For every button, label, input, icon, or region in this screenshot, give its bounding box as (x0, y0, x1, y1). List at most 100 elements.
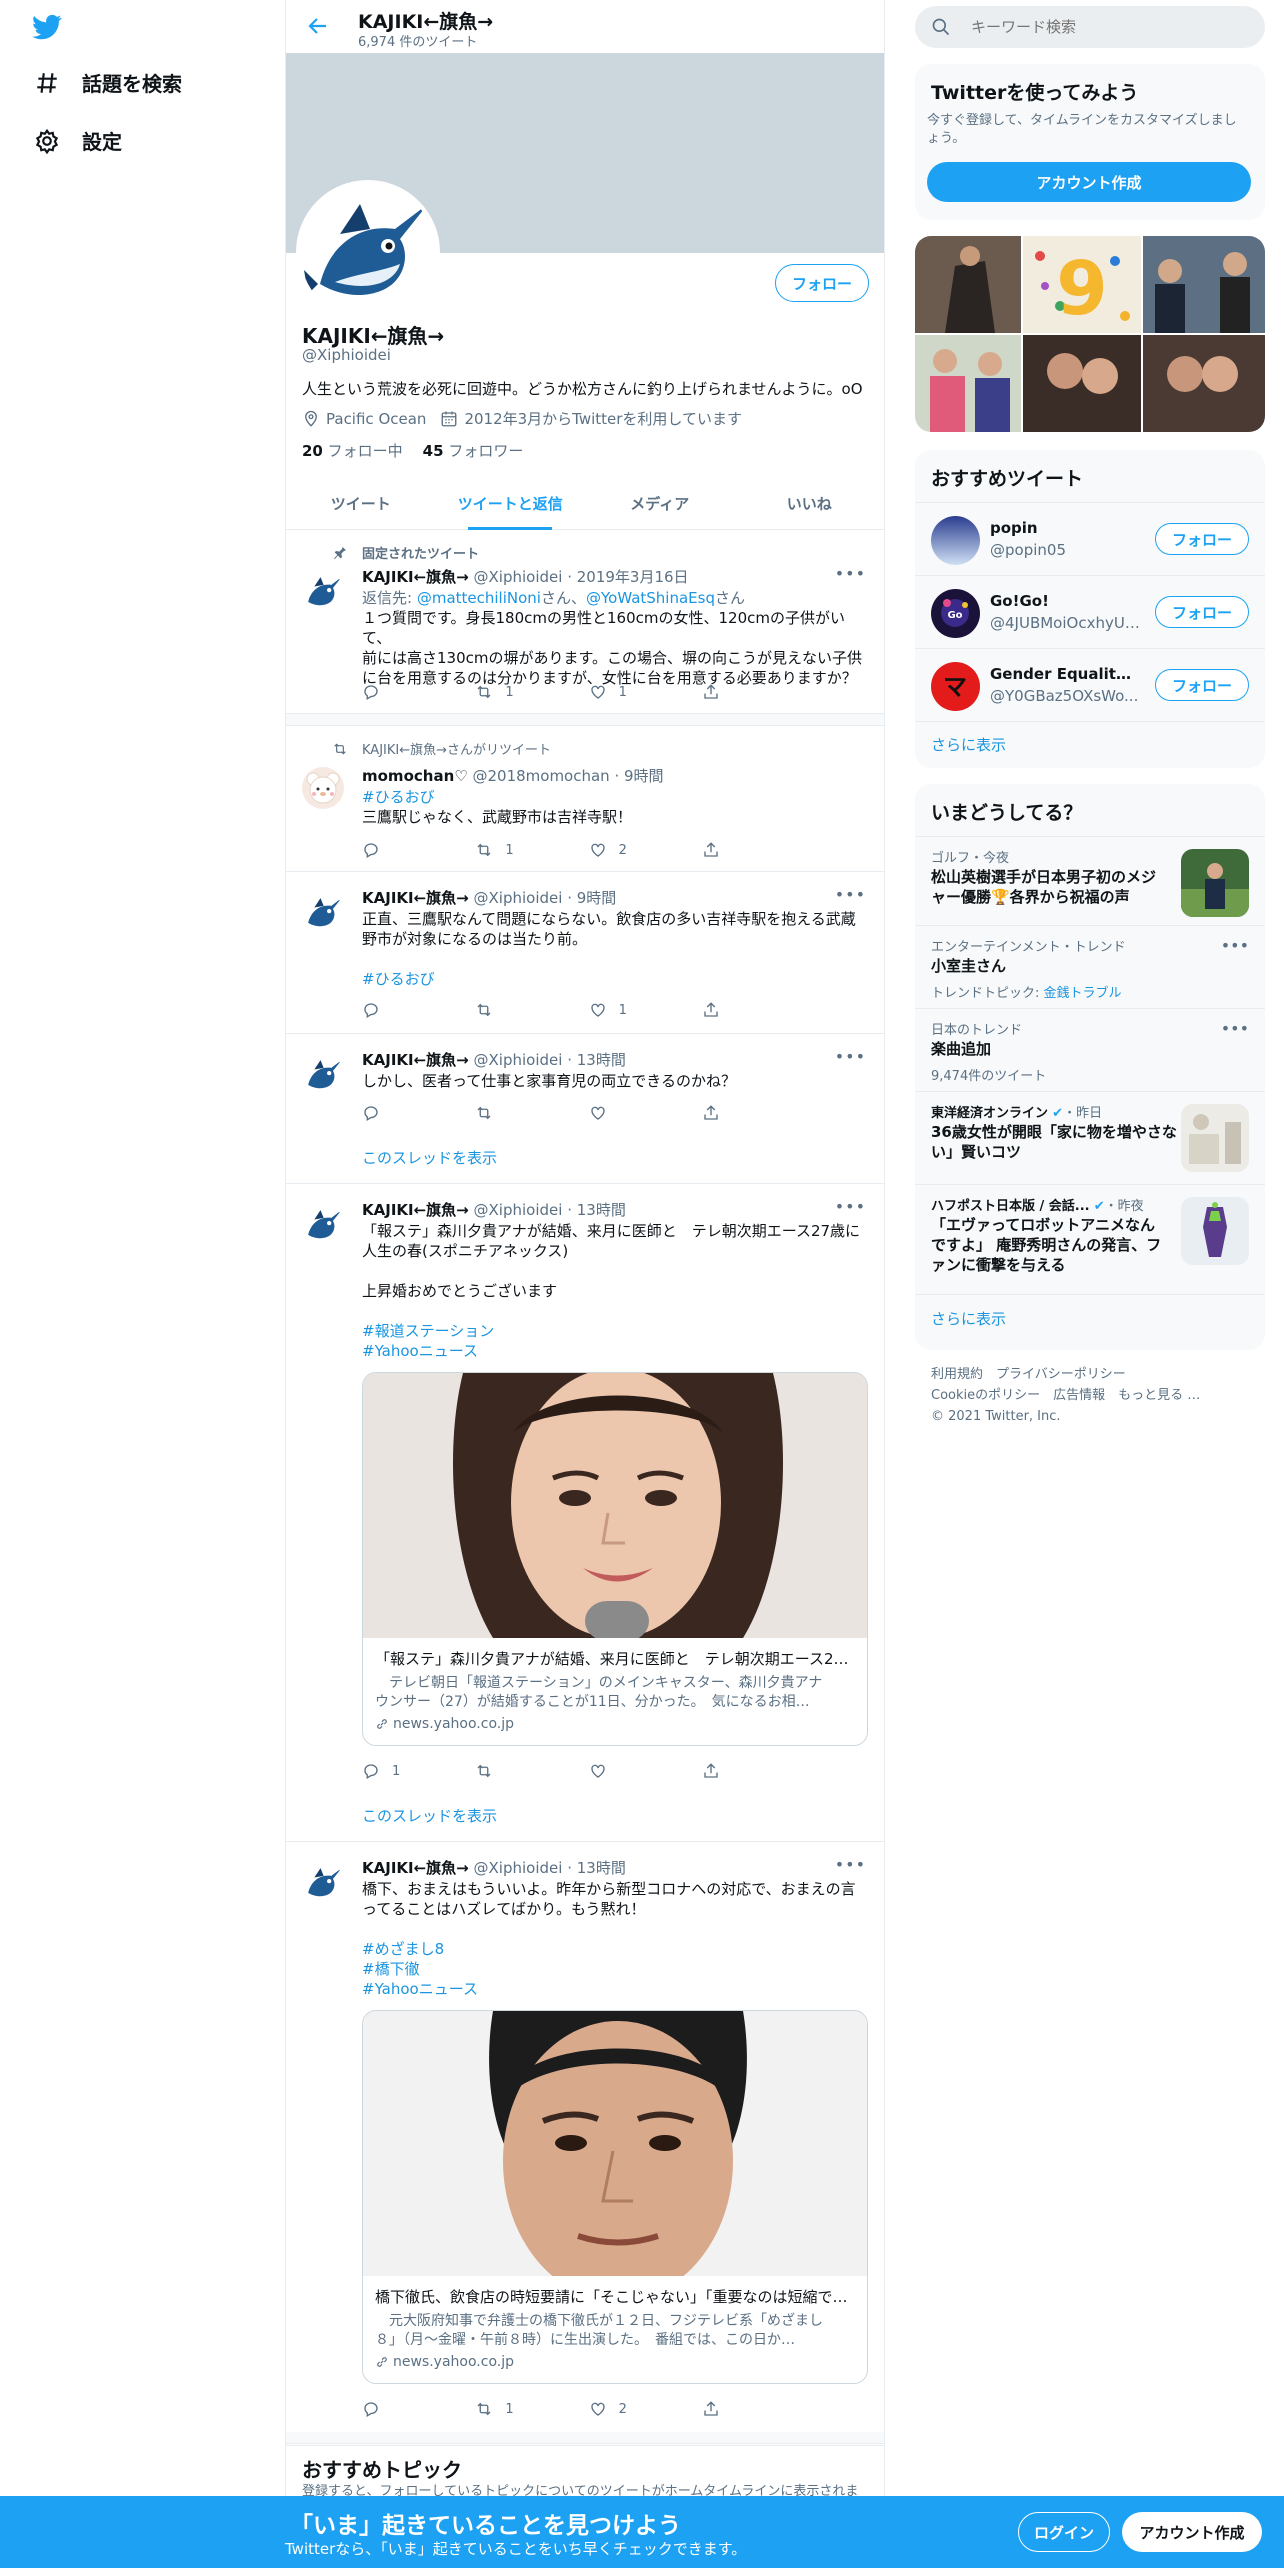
account-avatar[interactable]: マ (931, 662, 980, 711)
profile-avatar[interactable] (296, 180, 440, 324)
account-avatar[interactable] (931, 516, 980, 565)
tweet[interactable]: KAJIKI←旗魚→ @Xiphioidei · 13時間 ••• しかし、医者… (286, 1034, 884, 1184)
reply-button[interactable] (362, 1104, 452, 1122)
like-button[interactable] (589, 1104, 679, 1122)
recommended-account[interactable]: マ Gender Equality!!! @Y0GBaz5OXsWo... フォ… (915, 648, 1265, 721)
like-button[interactable]: 2 (589, 841, 679, 859)
tweet-author[interactable]: KAJIKI←旗魚→ (362, 1201, 469, 1219)
retweet-button[interactable] (475, 1762, 565, 1780)
hashtag-link[interactable]: #めざまし8 (362, 1939, 867, 1959)
tab-tweets[interactable]: ツイート (286, 478, 436, 529)
show-thread-link[interactable]: このスレッドを表示 (362, 1805, 497, 1826)
retweet-button[interactable]: 1 (475, 841, 565, 859)
more-options-icon[interactable]: ••• (835, 564, 866, 583)
share-button[interactable] (702, 1104, 792, 1122)
tweet-avatar[interactable] (302, 1204, 344, 1246)
retweet-button[interactable] (475, 1001, 565, 1019)
twitter-logo-icon[interactable] (30, 12, 64, 42)
search-box[interactable] (915, 6, 1265, 48)
hashtag-link[interactable]: #橋下徹 (362, 1959, 867, 1979)
show-thread-link[interactable]: このスレッドを表示 (362, 1147, 497, 1168)
like-button[interactable]: 1 (589, 683, 679, 701)
reply-mention-2[interactable]: @YoWatShinaEsq (586, 589, 715, 607)
follow-button[interactable]: フォロー (1155, 523, 1249, 555)
tweet[interactable]: KAJIKI←旗魚→ @Xiphioidei · 9時間 ••• 正直、三鷹駅な… (286, 872, 884, 1034)
hashtag-link[interactable]: #ひるおび (362, 787, 867, 807)
retweet-button[interactable] (475, 1104, 565, 1122)
link-card[interactable]: 「報ステ」森川夕貴アナが結婚、来月に医師と テレ朝次期エース27歳に人生の春(ス… (362, 1372, 868, 1746)
trend-more-icon[interactable]: ••• (1221, 936, 1249, 955)
following-link[interactable]: 20 フォロー中 (302, 440, 403, 461)
link-card[interactable]: 橋下徹氏、飲食店の時短要請に「そこじゃない」「重要なのは短縮ではなく…」 元大阪… (362, 2010, 868, 2384)
share-button[interactable] (702, 683, 792, 701)
show-more-trends-link[interactable]: さらに表示 (931, 1308, 1006, 1329)
recommended-account[interactable]: Go Go!Go! @4JUBMoiOcxhyUaw フォロー (915, 575, 1265, 648)
tweet-avatar[interactable] (302, 571, 344, 613)
tweet-author[interactable]: KAJIKI←旗魚→ (362, 1051, 469, 1069)
reply-button[interactable]: 1 (362, 1762, 452, 1780)
tweet-with-link-card[interactable]: KAJIKI←旗魚→ @Xiphioidei · 13時間 ••• 「報ステ」森… (286, 1184, 884, 1842)
trend-topic-link[interactable]: 金銭トラブル (1044, 986, 1122, 1001)
share-button[interactable] (702, 1001, 792, 1019)
hashtag-link[interactable]: #Yahooニュース (362, 1341, 867, 1361)
tweet-author[interactable]: KAJIKI←旗魚→ (362, 568, 469, 586)
reply-button[interactable] (362, 841, 452, 859)
followers-link[interactable]: 45 フォロワー (423, 440, 524, 461)
more-options-icon[interactable]: ••• (835, 1197, 866, 1216)
login-button[interactable]: ログイン (1018, 2512, 1110, 2552)
search-input[interactable] (971, 18, 1231, 36)
tweet-with-link-card[interactable]: KAJIKI←旗魚→ @Xiphioidei · 13時間 ••• 橋下、おまえ… (286, 1842, 884, 2446)
tweet-time[interactable]: 13時間 (577, 1201, 626, 1219)
hashtag-link[interactable]: #ひるおび (362, 969, 867, 989)
retweet-button[interactable]: 1 (475, 2400, 565, 2418)
tweet-pinned[interactable]: 固定されたツイート KAJIKI←旗魚→ @Xiphioidei · 2019年… (286, 531, 884, 714)
like-button[interactable] (589, 1762, 679, 1780)
reply-button[interactable] (362, 2400, 452, 2418)
like-button[interactable]: 1 (589, 1001, 679, 1019)
tweet-retweeted[interactable]: KAJIKI←旗魚→さんがリツイート momochan♡ @2018momoch… (286, 727, 884, 872)
follow-button[interactable]: フォロー (1155, 669, 1249, 701)
tweet-time[interactable]: 13時間 (577, 1051, 626, 1069)
hashtag-link[interactable]: #報道ステーション (362, 1321, 867, 1341)
tweet-time[interactable]: 9時間 (577, 889, 617, 907)
more-options-icon[interactable]: ••• (835, 1855, 866, 1874)
tab-likes[interactable]: いいね (735, 478, 885, 529)
trend-item[interactable]: 日本のトレンド ••• 楽曲追加 9,474件のツイート (915, 1008, 1265, 1091)
tweet-time[interactable]: 13時間 (577, 1859, 626, 1877)
nav-explore[interactable]: 話題を検索 (34, 68, 182, 97)
trend-more-icon[interactable]: ••• (1221, 1019, 1249, 1038)
tweet-avatar[interactable] (302, 767, 344, 809)
follow-button[interactable]: フォロー (1155, 596, 1249, 628)
account-avatar[interactable]: Go (931, 589, 980, 638)
media-grid[interactable]: 9 (915, 236, 1265, 432)
like-button[interactable]: 2 (589, 2400, 679, 2418)
more-options-icon[interactable]: ••• (835, 885, 866, 904)
create-account-button[interactable]: アカウント作成 (927, 162, 1251, 202)
back-arrow-icon[interactable] (306, 14, 330, 38)
nav-settings[interactable]: 設定 (34, 126, 122, 155)
trend-item[interactable]: ゴルフ・今夜 松山英樹選手が日本男子初のメジ ャー優勝🏆各界から祝福の声 (915, 836, 1265, 925)
reply-button[interactable] (362, 683, 452, 701)
trend-item[interactable]: エンターテインメント・トレンド ••• 小室圭さん トレンドトピック: 金銭トラ… (915, 925, 1265, 1008)
footer-links-2[interactable]: Cookieのポリシー 広告情報 もっと見る … (931, 1385, 1251, 1406)
footer-links-1[interactable]: 利用規約 プライバシーポリシー (931, 1364, 1251, 1385)
tweet-author[interactable]: KAJIKI←旗魚→ (362, 889, 469, 907)
tweet-author[interactable]: KAJIKI←旗魚→ (362, 1859, 469, 1877)
hashtag-link[interactable]: #Yahooニュース (362, 1979, 867, 1999)
share-button[interactable] (702, 841, 792, 859)
signup-button[interactable]: アカウント作成 (1122, 2512, 1262, 2552)
tweet-avatar[interactable] (302, 892, 344, 934)
trend-item[interactable]: ハフポスト日本版 / 会話... ✔・昨夜 「エヴァってロボットアニメなん です… (915, 1184, 1265, 1294)
retweet-indicator-label[interactable]: KAJIKI←旗魚→さんがリツイート (362, 739, 551, 758)
profile-follow-button[interactable]: フォロー (775, 264, 869, 302)
show-more-link[interactable]: さらに表示 (931, 734, 1006, 755)
share-button[interactable] (702, 2400, 792, 2418)
retweet-button[interactable]: 1 (475, 683, 565, 701)
tweet-avatar[interactable] (302, 1054, 344, 1096)
tweet-avatar[interactable] (302, 1862, 344, 1904)
reply-mention-1[interactable]: @mattechiliNoni (417, 589, 541, 607)
share-button[interactable] (702, 1762, 792, 1780)
reply-button[interactable] (362, 1001, 452, 1019)
tweet-author[interactable]: momochan♡ (362, 767, 468, 785)
recommended-account[interactable]: popin @popin05 フォロー (915, 502, 1265, 575)
